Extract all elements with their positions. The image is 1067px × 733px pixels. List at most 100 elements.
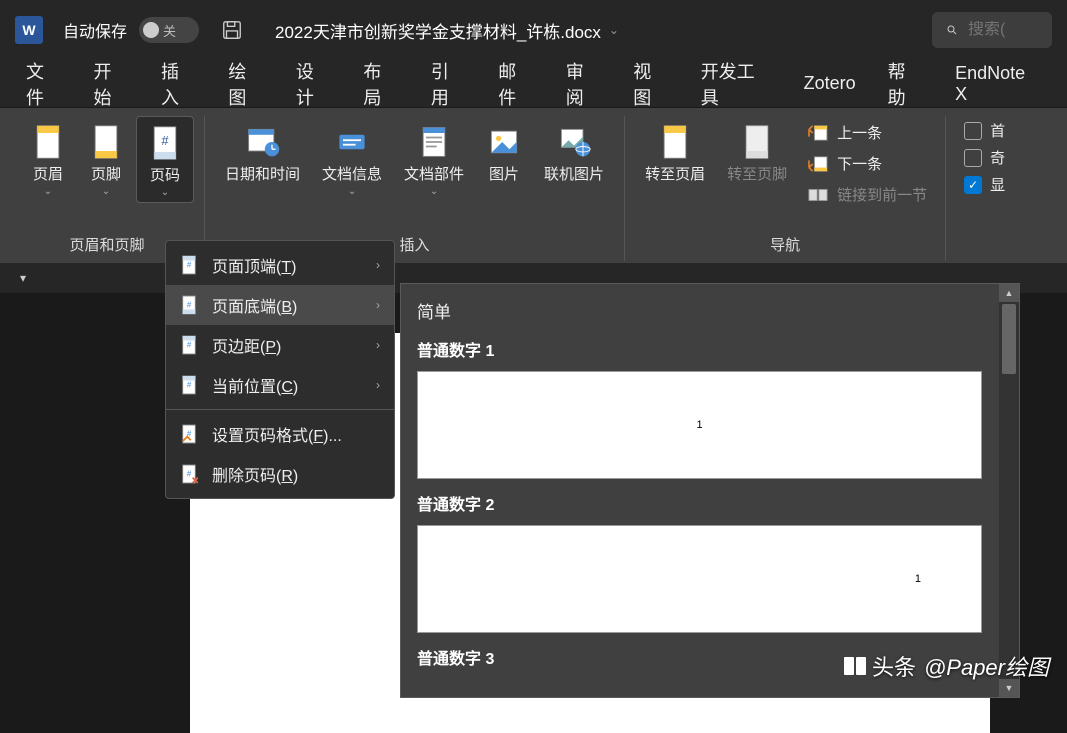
goto-header-label: 转至页眉 <box>645 166 705 184</box>
goto-footer-label: 转至页脚 <box>727 166 787 184</box>
collapse-icon[interactable]: ▾ <box>20 271 26 285</box>
autosave-toggle[interactable]: 关 <box>139 17 199 43</box>
page-icon: # <box>180 463 200 485</box>
page-number-gallery: 简单 普通数字 1 1 普通数字 2 1 普通数字 3 ▲ ▼ <box>400 283 1020 698</box>
previous-button[interactable]: 上一条 <box>807 120 927 145</box>
tab-design[interactable]: 设计 <box>280 48 347 120</box>
autosave-state: 关 <box>163 21 176 40</box>
dropdown-item[interactable]: #页面底端(B)› <box>166 285 394 325</box>
scroll-thumb[interactable] <box>1002 304 1016 374</box>
svg-text:#: # <box>187 470 192 479</box>
dropdown-item-label: 删除页码(R) <box>212 462 298 486</box>
document-title[interactable]: 2022天津市创新奖学金支撑材料_许栋.docx ⌄ <box>275 18 619 43</box>
page-icon: # <box>180 254 200 276</box>
picture-button[interactable]: 图片 <box>476 116 532 188</box>
online-picture-icon <box>556 124 592 160</box>
gallery-preview-plain-1[interactable]: 1 <box>417 371 982 479</box>
chevron-down-icon: ⌄ <box>44 186 52 197</box>
scroll-up-icon[interactable]: ▲ <box>999 284 1019 302</box>
page-icon: # <box>180 294 200 316</box>
online-picture-button[interactable]: 联机图片 <box>534 116 614 188</box>
next-button[interactable]: 下一条 <box>807 151 927 176</box>
group-label-navigation: 导航 <box>770 234 800 261</box>
picture-icon <box>486 124 522 160</box>
header-icon <box>30 124 66 160</box>
previous-label: 上一条 <box>837 122 882 143</box>
footer-button[interactable]: 页脚 ⌄ <box>78 116 134 201</box>
header-button[interactable]: 页眉 ⌄ <box>20 116 76 201</box>
tab-help[interactable]: 帮助 <box>872 48 939 120</box>
page-number-sample: 1 <box>696 419 702 431</box>
goto-header-button[interactable]: 转至页眉 <box>635 116 715 188</box>
dropdown-item-label: 设置页码格式(F)... <box>212 422 342 446</box>
chevron-down-icon: ⌄ <box>161 187 169 198</box>
odd-even-different-checkbox[interactable]: 奇 <box>964 147 1005 168</box>
watermark: 头条 @Paper绘图 <box>842 650 1049 682</box>
autosave-label: 自动保存 <box>63 18 127 42</box>
document-title-text: 2022天津市创新奖学金支撑材料_许栋.docx <box>275 18 601 43</box>
header-label: 页眉 <box>33 166 63 184</box>
dropdown-item[interactable]: #页边距(P)› <box>166 325 394 365</box>
first-page-label: 首 <box>990 120 1005 141</box>
online-picture-label: 联机图片 <box>544 166 604 184</box>
page-icon: # <box>180 423 200 445</box>
datetime-button[interactable]: 日期和时间 <box>215 116 310 188</box>
toggle-knob <box>143 22 159 38</box>
tab-mailings[interactable]: 邮件 <box>482 48 549 120</box>
word-app-icon: W <box>15 16 43 44</box>
tab-home[interactable]: 开始 <box>77 48 144 120</box>
docinfo-button[interactable]: 文档信息 ⌄ <box>312 116 392 201</box>
chevron-right-icon: › <box>376 378 380 392</box>
docinfo-icon <box>334 124 370 160</box>
group-options: 首 奇 ✓ 显 <box>946 116 1023 261</box>
docinfo-label: 文档信息 <box>322 166 382 184</box>
gallery-heading: 简单 <box>417 298 1003 323</box>
tab-zotero[interactable]: Zotero <box>788 63 872 104</box>
dropdown-item-label: 页面底端(B) <box>212 293 297 317</box>
tab-references[interactable]: 引用 <box>415 48 482 120</box>
docparts-label: 文档部件 <box>404 166 464 184</box>
picture-label: 图片 <box>489 166 519 184</box>
goto-footer-icon <box>739 124 775 160</box>
docparts-button[interactable]: 文档部件 ⌄ <box>394 116 474 201</box>
group-label-header-footer: 页眉和页脚 <box>69 234 144 261</box>
page-number-button[interactable]: # 页码 ⌄ <box>136 116 194 203</box>
tab-review[interactable]: 审阅 <box>550 48 617 120</box>
search-input[interactable] <box>968 21 1038 39</box>
tab-layout[interactable]: 布局 <box>347 48 414 120</box>
page-icon: # <box>180 374 200 396</box>
checkbox-checked-icon: ✓ <box>964 176 982 194</box>
dropdown-item[interactable]: #页面顶端(T)› <box>166 245 394 285</box>
dropdown-item-label: 当前位置(C) <box>212 373 298 397</box>
search-icon <box>946 21 958 39</box>
dropdown-item[interactable]: # 设置页码格式(F)... <box>166 414 394 454</box>
odd-even-label: 奇 <box>990 147 1005 168</box>
tab-draw[interactable]: 绘图 <box>212 48 279 120</box>
svg-text:#: # <box>161 134 168 148</box>
footer-label: 页脚 <box>91 166 121 184</box>
chevron-right-icon: › <box>376 338 380 352</box>
tab-insert[interactable]: 插入 <box>145 48 212 120</box>
footer-icon <box>88 124 124 160</box>
tab-developer[interactable]: 开发工具 <box>685 48 788 120</box>
watermark-brand-icon: 头条 <box>842 650 916 682</box>
tab-endnote[interactable]: EndNote X <box>939 53 1057 115</box>
svg-text:#: # <box>187 381 192 390</box>
docparts-icon <box>416 124 452 160</box>
gallery-preview-plain-2[interactable]: 1 <box>417 525 982 633</box>
dropdown-item[interactable]: # 当前位置(C) › <box>166 365 394 405</box>
page-number-icon: # <box>147 125 183 161</box>
save-icon[interactable] <box>221 19 243 41</box>
dropdown-item[interactable]: # 删除页码(R) <box>166 454 394 494</box>
page-number-sample: 1 <box>915 573 921 585</box>
search-box[interactable] <box>932 12 1052 48</box>
gallery-scrollbar[interactable]: ▲ ▼ <box>999 284 1019 697</box>
tab-view[interactable]: 视图 <box>617 48 684 120</box>
group-navigation: 转至页眉 转至页脚 上一条 下一条 链接到前一节 <box>625 116 946 261</box>
first-page-different-checkbox[interactable]: 首 <box>964 120 1005 141</box>
link-icon <box>807 186 829 204</box>
checkbox-icon <box>964 149 982 167</box>
ribbon-tabs: 文件 开始 插入 绘图 设计 布局 引用 邮件 审阅 视图 开发工具 Zoter… <box>0 60 1067 108</box>
show-document-checkbox[interactable]: ✓ 显 <box>964 174 1005 195</box>
tab-file[interactable]: 文件 <box>10 48 77 120</box>
